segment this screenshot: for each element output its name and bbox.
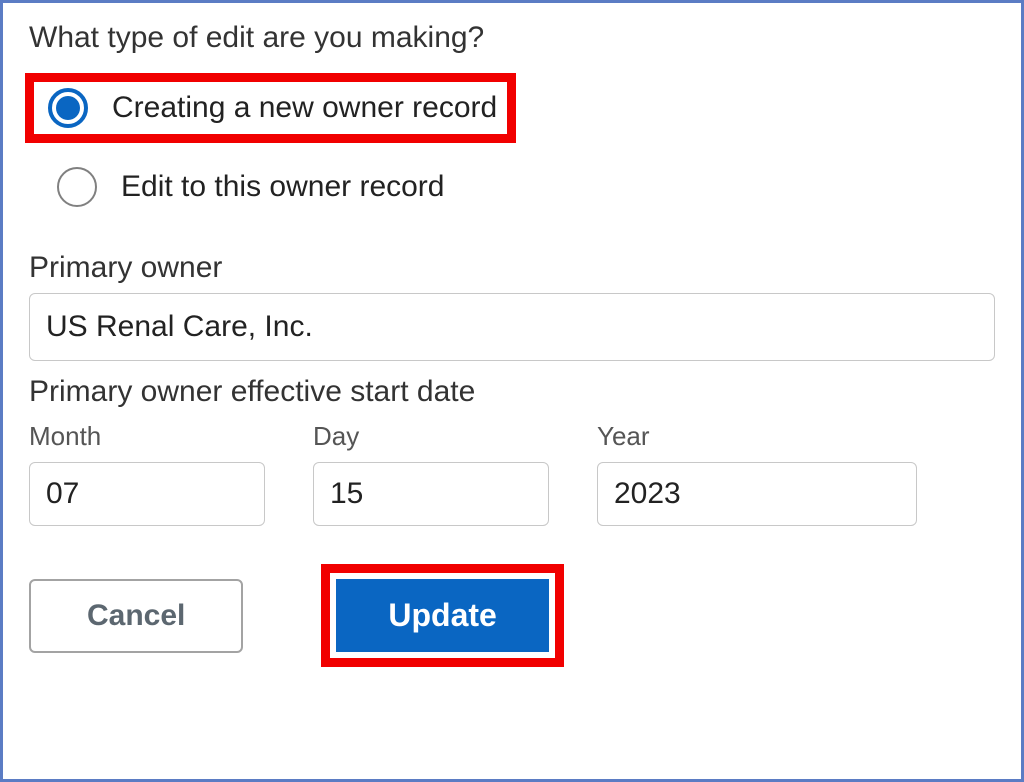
edit-type-question: What type of edit are you making? xyxy=(29,21,995,55)
radio-create-new-owner[interactable] xyxy=(48,88,88,128)
day-input[interactable] xyxy=(313,462,549,526)
radio-selected-dot-icon xyxy=(56,96,80,120)
update-button[interactable]: Update xyxy=(336,579,548,652)
edit-type-radio-group: Creating a new owner record Edit to this… xyxy=(29,73,995,213)
cancel-button[interactable]: Cancel xyxy=(29,579,243,653)
effective-date-row: Month Day Year xyxy=(29,421,995,526)
month-input[interactable] xyxy=(29,462,265,526)
day-label: Day xyxy=(313,421,549,452)
primary-owner-input[interactable] xyxy=(29,293,995,361)
month-label: Month xyxy=(29,421,265,452)
effective-date-label: Primary owner effective start date xyxy=(29,375,995,409)
primary-owner-label: Primary owner xyxy=(29,251,995,285)
year-label: Year xyxy=(597,421,917,452)
highlight-box-radio: Creating a new owner record xyxy=(25,73,516,143)
radio-edit-this-owner-label: Edit to this owner record xyxy=(121,170,444,204)
edit-owner-form: What type of edit are you making? Creati… xyxy=(0,0,1024,782)
button-row: Cancel Update xyxy=(29,564,995,667)
year-input[interactable] xyxy=(597,462,917,526)
highlight-box-update: Update xyxy=(321,564,563,667)
radio-edit-this-owner[interactable] xyxy=(57,167,97,207)
radio-create-new-owner-label: Creating a new owner record xyxy=(112,91,497,125)
